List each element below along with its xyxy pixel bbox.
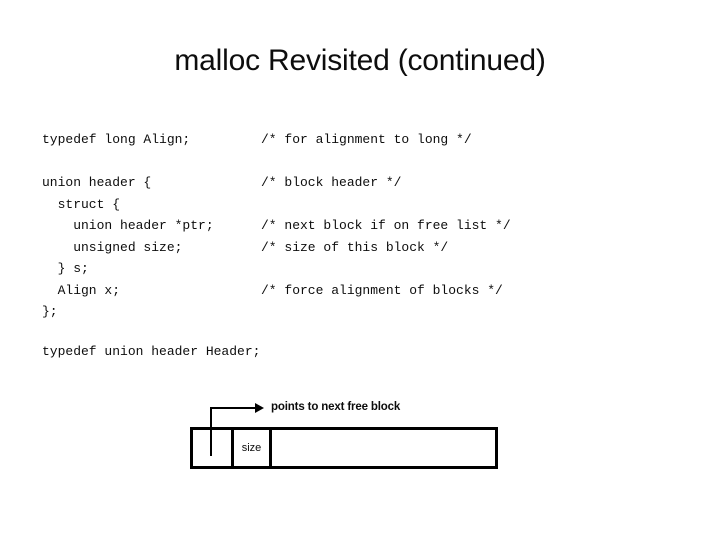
code-line: union header { /* block header */ [42, 172, 642, 194]
code-line-comment: /* for alignment to long */ [261, 132, 472, 147]
pointer-annotation-label: points to next free block [271, 401, 401, 413]
pointer-arrow-stem [210, 407, 212, 456]
code-line: typedef long Align; /* for alignment to … [42, 129, 642, 151]
diagram-cell-size-label: size [241, 442, 262, 454]
code-line: }; [42, 301, 642, 323]
page-title: malloc Revisited (continued) [174, 44, 546, 77]
code-line-text: Align x; [42, 282, 121, 298]
code-line-text: typedef long Align; [42, 132, 191, 147]
code-line: union header *ptr; /* next block if on f… [42, 215, 642, 237]
diagram-outer-box [190, 427, 498, 469]
code-line: } s; [42, 258, 642, 280]
code-line-text: } s; [42, 261, 89, 276]
code-block: typedef long Align; /* for alignment to … [42, 129, 642, 323]
code-line-comment: /* block header */ [261, 175, 402, 190]
code-line-text: unsigned size; [42, 239, 183, 255]
code-line-text: union header { [42, 175, 152, 190]
code-line-text: struct { [42, 196, 121, 212]
pointer-arrow-head [255, 403, 264, 413]
code-line-text: union header *ptr; [42, 218, 214, 233]
code-line-text: }; [42, 304, 58, 319]
diagram-divider-2 [269, 427, 272, 469]
pointer-arrow-shaft [210, 407, 262, 409]
code-line: Align x; /* force alignment of blocks */ [42, 280, 642, 302]
code-line: unsigned size; /* size of this block */ [42, 237, 642, 259]
slide-canvas: malloc Revisited (continued) typedef lon… [0, 0, 720, 540]
code-typedef-line: typedef union header Header; [42, 344, 261, 359]
diagram-divider-1 [231, 427, 234, 469]
code-line-comment: /* next block if on free list */ [261, 218, 511, 233]
code-line-comment: /* size of this block */ [261, 239, 449, 255]
code-line: struct { [42, 194, 642, 216]
code-line-comment: /* force alignment of blocks */ [261, 282, 503, 298]
